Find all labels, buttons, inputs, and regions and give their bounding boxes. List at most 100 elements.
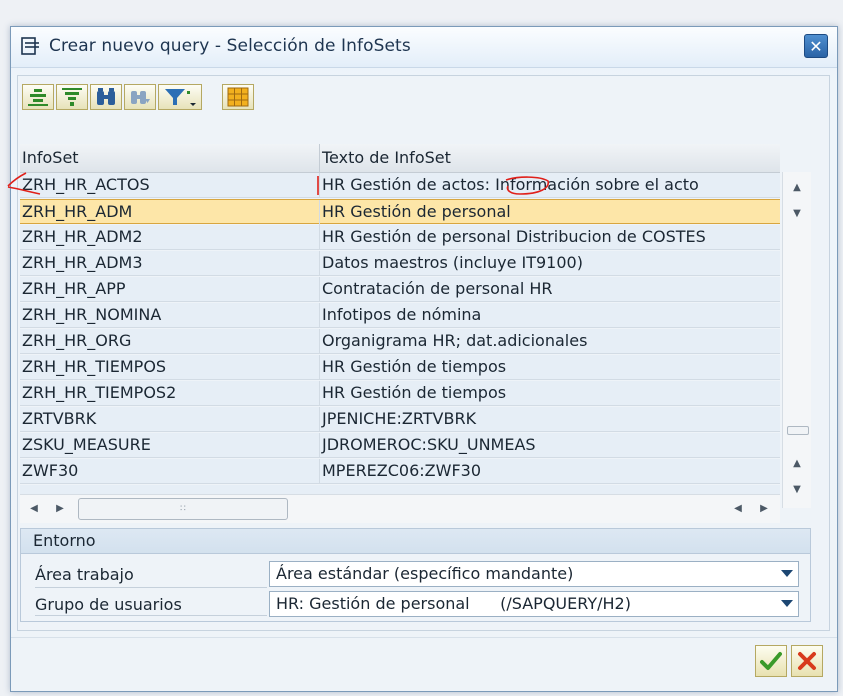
grupo-usuarios-label: Grupo de usuarios xyxy=(35,595,182,614)
scroll-left-end-icon[interactable]: ◀ xyxy=(726,497,750,521)
infoset-cell[interactable]: ZSKU_MEASURE xyxy=(22,435,151,454)
group-title: Entorno xyxy=(33,531,96,550)
chevron-down-icon[interactable] xyxy=(781,600,793,607)
dialog-content: InfoSet Texto de InfoSet ZRH_HR_ACTOS HR … xyxy=(17,75,830,631)
page-up-icon[interactable]: ▲ xyxy=(785,452,809,476)
column-divider xyxy=(319,303,320,328)
scroll-left-icon[interactable]: ◀ xyxy=(22,497,46,521)
find-next-icon xyxy=(131,91,150,104)
infoset-cell[interactable]: ZRH_HR_NOMINA xyxy=(22,305,161,324)
scroll-thumb[interactable] xyxy=(787,426,809,435)
table-header: InfoSet Texto de InfoSet xyxy=(20,144,780,173)
layout-grid-icon xyxy=(227,87,249,107)
table-row[interactable]: ZRH_HR_ADM2 HR Gestión de personal Distri… xyxy=(20,225,780,250)
infoset-text-cell[interactable]: Organigrama HR; dat.adicionales xyxy=(322,331,587,350)
vertical-scrollbar[interactable]: ▲ ▼ ▲ ▼ xyxy=(782,172,811,508)
scroll-right-end-icon[interactable]: ▶ xyxy=(752,497,776,521)
table-row[interactable]: ZRH_HR_APP Contratación de personal HR xyxy=(20,277,780,302)
table-row[interactable]: ZWF30 MPEREZC06:ZWF30 xyxy=(20,459,780,484)
table-row[interactable]: ZRH_HR_TIEMPOS HR Gestión de tiempos xyxy=(20,355,780,380)
filter-icon xyxy=(165,89,196,106)
footer-divider xyxy=(11,637,837,638)
column-header-texto[interactable]: Texto de InfoSet xyxy=(322,148,451,167)
align-center-icon xyxy=(28,89,48,106)
infoset-cell[interactable]: ZRH_HR_TIEMPOS xyxy=(22,357,166,376)
infoset-cell[interactable]: ZRH_HR_ADM2 xyxy=(22,227,143,246)
layout-button[interactable] xyxy=(222,84,254,110)
close-icon: ✕ xyxy=(809,37,823,56)
infoset-cell[interactable]: ZWF30 xyxy=(22,461,78,480)
checkmark-icon xyxy=(760,652,782,670)
filter-button[interactable] xyxy=(158,84,202,110)
column-header-infoset[interactable]: InfoSet xyxy=(22,148,79,167)
area-trabajo-label: Área trabajo xyxy=(35,565,134,584)
column-divider xyxy=(319,355,320,380)
infoset-cell[interactable]: ZRH_HR_TIEMPOS2 xyxy=(22,383,176,402)
page-down-icon[interactable]: ▼ xyxy=(785,478,809,502)
column-divider xyxy=(319,173,320,198)
infoset-text-cell[interactable]: MPEREZC06:ZWF30 xyxy=(322,461,481,480)
column-divider xyxy=(319,407,320,432)
close-button[interactable]: ✕ xyxy=(804,34,828,58)
align-bottom-button[interactable] xyxy=(56,84,88,110)
infoset-cell[interactable]: ZRH_HR_ACTOS xyxy=(22,175,150,194)
infoset-text-cell[interactable]: JPENICHE:ZRTVBRK xyxy=(322,409,476,428)
infoset-text-cell[interactable]: HR Gestión de personal xyxy=(322,202,511,221)
table-row[interactable]: ZRH_HR_NOMINA Infotipos de nómina xyxy=(20,303,780,328)
find-button[interactable] xyxy=(90,84,122,110)
grupo-usuarios-select[interactable]: HR: Gestión de personal (/SAPQUERY/H2) xyxy=(269,591,799,617)
column-divider xyxy=(319,459,320,484)
cancel-button[interactable] xyxy=(791,645,823,677)
column-divider xyxy=(319,200,320,225)
infoset-text-cell[interactable]: Infotipos de nómina xyxy=(322,305,481,324)
infoset-cell[interactable]: ZRH_HR_ADM3 xyxy=(22,253,143,272)
infoset-text-cell[interactable]: HR Gestión de actos: Información sobre e… xyxy=(322,175,699,194)
scroll-right-icon[interactable]: ▶ xyxy=(48,497,72,521)
find-icon xyxy=(97,88,115,105)
align-center-button[interactable] xyxy=(22,84,54,110)
scroll-down-icon[interactable]: ▼ xyxy=(785,202,809,226)
confirm-button[interactable] xyxy=(755,645,787,677)
table-filler xyxy=(20,485,780,494)
scroll-up-icon[interactable]: ▲ xyxy=(785,176,809,200)
infoset-text-cell[interactable]: HR Gestión de tiempos xyxy=(322,357,506,376)
align-bottom-icon xyxy=(62,88,82,106)
table-row[interactable]: ZSKU_MEASURE JDROMEROC:SKU_UNMEAS xyxy=(20,433,780,458)
chevron-down-icon[interactable] xyxy=(781,570,793,577)
cancel-icon xyxy=(798,652,816,670)
table-row[interactable]: ZRH_HR_ADM HR Gestión de personal xyxy=(20,199,780,225)
infoset-text-cell[interactable]: JDROMEROC:SKU_UNMEAS xyxy=(322,435,536,454)
infoset-cell[interactable]: ZRH_HR_ORG xyxy=(22,331,131,350)
dialog-title: Crear nuevo query - Selección de InfoSet… xyxy=(49,36,411,56)
column-divider xyxy=(319,433,320,458)
infoset-text-cell[interactable]: Contratación de personal HR xyxy=(322,279,553,298)
column-divider xyxy=(319,381,320,406)
area-trabajo-value: Área estándar (específico mandante) xyxy=(276,564,574,583)
group-title-bar: Entorno xyxy=(21,529,810,554)
infoset-cell[interactable]: ZRH_HR_ADM xyxy=(22,202,132,221)
horizontal-thumb[interactable]: ∷ xyxy=(78,498,288,520)
label-underline xyxy=(35,587,267,588)
table-row[interactable]: ZRH_HR_ADM3 Datos maestros (incluye IT910… xyxy=(20,251,780,276)
infoset-cell[interactable]: ZRTVBRK xyxy=(22,409,96,428)
column-divider xyxy=(319,277,320,302)
entorno-group: Entorno Área trabajo Área estándar (espe… xyxy=(20,528,811,622)
infoset-table: InfoSet Texto de InfoSet ZRH_HR_ACTOS HR … xyxy=(20,144,812,554)
infoset-selection-dialog: Crear nuevo query - Selección de InfoSet… xyxy=(10,26,838,692)
table-row[interactable]: ZRTVBRK JPENICHE:ZRTVBRK xyxy=(20,407,780,432)
infoset-cell[interactable]: ZRH_HR_APP xyxy=(22,279,126,298)
table-row[interactable]: ZRH_HR_ORG Organigrama HR; dat.adicionale… xyxy=(20,329,780,354)
horizontal-scrollbar[interactable]: ◀ ▶ ∷ ◀ ▶ xyxy=(20,494,780,523)
column-divider xyxy=(319,329,320,354)
area-trabajo-select[interactable]: Área estándar (específico mandante) xyxy=(269,561,799,587)
column-divider xyxy=(319,225,320,250)
label-underline xyxy=(35,615,267,616)
infoset-text-cell[interactable]: Datos maestros (incluye IT9100) xyxy=(322,253,583,272)
column-divider xyxy=(319,144,320,172)
table-row[interactable]: ZRH_HR_ACTOS HR Gestión de actos: Informa… xyxy=(20,173,780,198)
infoset-text-cell[interactable]: HR Gestión de tiempos xyxy=(322,383,506,402)
query-icon xyxy=(21,37,41,55)
find-next-button[interactable] xyxy=(124,84,156,110)
table-row[interactable]: ZRH_HR_TIEMPOS2 HR Gestión de tiempos xyxy=(20,381,780,406)
infoset-text-cell[interactable]: HR Gestión de personal Distribucion de C… xyxy=(322,227,706,246)
